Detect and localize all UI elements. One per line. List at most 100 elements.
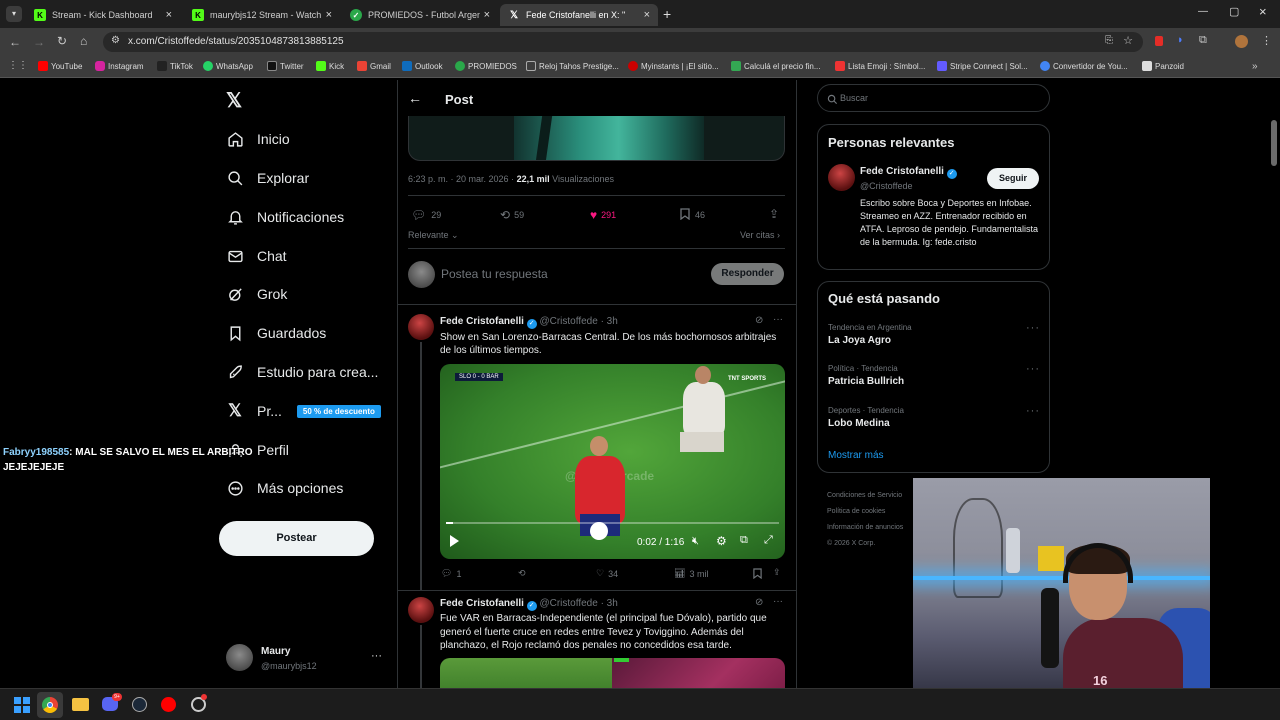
follow-button[interactable]: Seguir xyxy=(987,168,1039,189)
browser-tab-kick-dashboard[interactable]: K Stream - Kick Dashboard × xyxy=(26,4,180,26)
star-icon[interactable]: ☆ xyxy=(1123,34,1133,47)
browser-tab-promiedos[interactable]: ✓ PROMIEDOS - Futbol Argentino × xyxy=(342,4,498,26)
more-options-icon[interactable]: ··· xyxy=(371,650,382,662)
trend-item[interactable]: Tendencia en Argentina La Joya Agro xyxy=(828,323,1038,346)
reply-action[interactable]: 💬︎ 1 xyxy=(441,568,461,579)
close-tab-icon[interactable]: × xyxy=(644,9,650,21)
show-more-link[interactable]: Mostrar más xyxy=(828,450,884,461)
site-info-icon[interactable]: ⚙ xyxy=(111,35,120,46)
person-name-row[interactable]: Fede Cristofanelli ✓ xyxy=(860,166,957,179)
sidebar-item-creator-studio[interactable]: Estudio para crea... xyxy=(226,363,378,381)
apps-icon[interactable]: ⋮⋮ xyxy=(8,60,28,71)
sidebar-item-bookmarks[interactable]: Guardados xyxy=(226,324,326,342)
settings-gear-icon[interactable]: ⚙ xyxy=(716,534,727,548)
new-tab-button[interactable]: + xyxy=(663,6,671,22)
bookmark-panzoid[interactable]: Panzoid xyxy=(1142,61,1184,71)
more-options-icon[interactable]: ··· xyxy=(1026,363,1040,375)
bookmark-calcula[interactable]: Calculá el precio fin... xyxy=(731,61,820,71)
browser-tab-kick-stream[interactable]: K maurybjs12 Stream - Watch Live × xyxy=(184,4,340,26)
post-media-image[interactable] xyxy=(440,658,785,688)
home-button-icon[interactable]: ⌂ xyxy=(80,34,87,48)
video-player[interactable]: SLO 0 - 0 BAR TNT SPORTS @fede_barcade 0… xyxy=(440,364,785,559)
share-action[interactable]: ⇪ xyxy=(773,567,781,578)
bookmark-action[interactable]: 46 xyxy=(680,208,705,222)
reply-action[interactable]: 💬︎ 29 xyxy=(411,208,441,222)
sidebar-item-explore[interactable]: Explorar xyxy=(226,169,309,187)
maximize-window-icon[interactable]: ▢ xyxy=(1229,5,1239,18)
close-tab-icon[interactable]: × xyxy=(484,9,490,21)
bookmark-whatsapp[interactable]: WhatsApp xyxy=(203,61,253,71)
bookmark-outlook[interactable]: Outlook xyxy=(402,61,443,71)
more-options-icon[interactable]: ··· xyxy=(1026,405,1040,417)
bookmark-promiedos[interactable]: PROMIEDOS xyxy=(455,61,517,71)
grok-analyze-icon[interactable]: ⊘ xyxy=(755,597,763,608)
close-window-icon[interactable]: × xyxy=(1259,4,1267,19)
sidebar-item-chat[interactable]: Chat xyxy=(226,247,287,265)
reload-icon[interactable]: ↻ xyxy=(57,34,67,48)
sidebar-item-more[interactable]: Más opciones xyxy=(226,479,343,497)
bookmark-reloj[interactable]: Reloj Tahos Prestige... xyxy=(526,61,619,71)
close-tab-icon[interactable]: × xyxy=(166,9,172,21)
tab-list-button[interactable]: ▾ xyxy=(6,6,22,22)
footer-cookies-link[interactable]: Política de cookies xyxy=(827,504,917,520)
minimize-window-icon[interactable]: — xyxy=(1198,6,1208,17)
bookmark-action[interactable] xyxy=(753,568,762,581)
bookmark-instagram[interactable]: Instagram xyxy=(95,61,144,71)
chrome-taskbar-icon[interactable] xyxy=(37,692,63,718)
repost-action[interactable]: ⟲ 59 xyxy=(500,208,524,222)
share-action[interactable]: ⇪ xyxy=(769,207,779,221)
video-progress-track[interactable] xyxy=(446,522,779,524)
sidebar-item-premium[interactable]: 𝕏 Pr... 50 % de descuento xyxy=(226,401,381,420)
play-icon[interactable] xyxy=(450,535,459,547)
extension-icon[interactable]: ◗ xyxy=(1177,34,1184,46)
puzzle-icon[interactable]: ⧉ xyxy=(1199,34,1207,47)
youtube-music-icon[interactable] xyxy=(161,697,176,712)
x-logo-icon[interactable]: 𝕏 xyxy=(226,88,242,113)
bookmark-convertidor[interactable]: Convertidor de You... xyxy=(1040,61,1128,71)
address-bar[interactable]: ⚙ x.com/Cristoffede/status/2035104873813… xyxy=(103,32,1143,52)
forward-icon[interactable]: → xyxy=(33,35,45,49)
windows-start-icon[interactable] xyxy=(14,697,30,713)
install-app-icon[interactable]: ⎘ xyxy=(1105,35,1113,46)
sort-replies-dropdown[interactable]: Relevante ⌄ xyxy=(408,230,459,241)
post-button[interactable]: Postear xyxy=(219,521,374,556)
bookmark-kick[interactable]: Kick xyxy=(316,61,344,71)
views-action[interactable]: 📊︎ 3 mil xyxy=(674,568,708,579)
sidebar-item-grok[interactable]: Grok xyxy=(226,285,287,303)
browser-menu-icon[interactable]: ⋮ xyxy=(1261,34,1272,47)
reply-input[interactable]: Postea tu respuesta xyxy=(441,267,691,281)
sidebar-item-notifications[interactable]: Notificaciones xyxy=(226,208,344,226)
like-action[interactable]: ♥ 291 xyxy=(590,208,616,222)
bookmark-emoji[interactable]: Lista Emoji : Símbol... xyxy=(835,61,925,71)
browser-tab-x-post[interactable]: 𝕏 Fede Cristofanelli en X: " × xyxy=(500,4,658,26)
bookmark-tiktok[interactable]: TikTok xyxy=(157,61,193,71)
page-scrollbar[interactable] xyxy=(1271,120,1277,166)
like-action[interactable]: ♡ 34 xyxy=(596,568,618,579)
repost-action[interactable]: ⟲ xyxy=(518,568,526,579)
trend-item[interactable]: Deportes · Tendencia Lobo Medina xyxy=(828,406,1038,429)
back-icon[interactable]: ← xyxy=(9,35,21,49)
bookmark-stripe[interactable]: Stripe Connect | Sol... xyxy=(937,61,1028,71)
footer-ads-link[interactable]: Información de anuncios xyxy=(827,520,917,536)
reply-tweet-1[interactable]: Fede Cristofanelli ✓ @Cristoffede · 3h ⊘… xyxy=(398,305,796,590)
sidebar-item-home[interactable]: Inicio xyxy=(226,130,290,148)
reply-tweet-2[interactable]: Fede Cristofanelli ✓ @Cristoffede · 3h ⊘… xyxy=(398,591,796,688)
pip-icon[interactable]: ⧉ xyxy=(740,534,748,547)
avatar[interactable] xyxy=(828,164,855,191)
more-options-icon[interactable]: ··· xyxy=(1026,322,1040,334)
account-switcher[interactable]: Maury @maurybjs12 ··· xyxy=(226,644,386,674)
bookmark-youtube[interactable]: YouTube xyxy=(38,61,82,71)
more-bookmarks-icon[interactable]: » xyxy=(1252,61,1258,72)
profile-avatar-icon[interactable] xyxy=(1235,35,1248,48)
bookmark-gmail[interactable]: Gmail xyxy=(357,61,391,71)
search-input[interactable]: Buscar xyxy=(817,84,1050,112)
extensions-icon[interactable] xyxy=(1155,36,1163,46)
reply-button[interactable]: Responder xyxy=(711,263,784,285)
trend-item[interactable]: Política · Tendencia Patricia Bullrich xyxy=(828,364,1038,387)
back-arrow-icon[interactable]: ← xyxy=(408,90,422,106)
grok-analyze-icon[interactable]: ⊘ xyxy=(755,315,763,326)
post-media-image[interactable] xyxy=(408,116,785,161)
footer-terms-link[interactable]: Condiciones de Servicio xyxy=(827,488,917,504)
fullscreen-icon[interactable]: ⤢ xyxy=(764,534,773,547)
view-quotes-link[interactable]: Ver citas › xyxy=(740,230,780,240)
